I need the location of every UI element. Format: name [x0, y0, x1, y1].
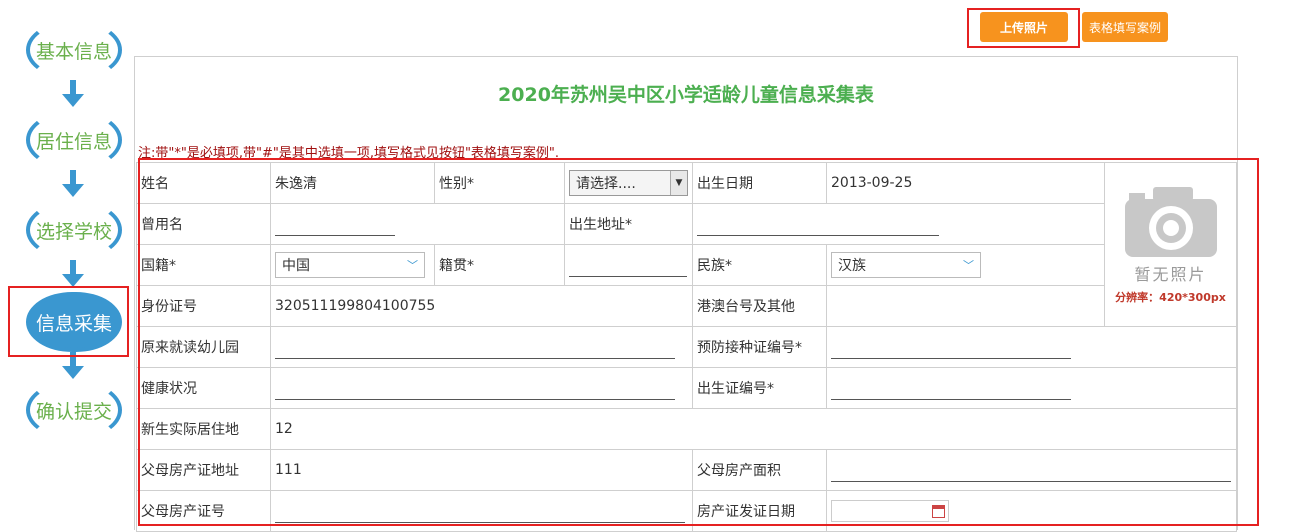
- nationality-label: 国籍*: [136, 244, 271, 286]
- form-title: 2020年苏州吴中区小学适龄儿童信息采集表: [498, 84, 874, 106]
- calendar-icon[interactable]: [932, 504, 945, 518]
- step-residence-info[interactable]: 居住信息: [26, 110, 122, 170]
- chevron-down-icon: ﹀: [963, 259, 974, 272]
- step-label: 基本信息: [35, 40, 112, 63]
- residence-label: 新生实际居住地: [136, 408, 271, 450]
- step-info-collection[interactable]: 信息采集: [26, 292, 122, 352]
- residence-value: 12: [270, 408, 1237, 450]
- form-note: 注:带"*"是必填项,带"#"是其中选填一项,填写格式见按钮"表格填写案例".: [138, 146, 560, 161]
- kindergarten-label: 原来就读幼儿园: [136, 326, 271, 368]
- former-name-input[interactable]: [275, 213, 395, 236]
- nationality-select-value: 中国: [282, 258, 310, 274]
- photo-placeholder-text: 暂无照片: [1134, 264, 1207, 284]
- hk-macao-tw-label: 港澳台号及其他: [692, 285, 827, 327]
- ethnicity-select-value: 汉族: [838, 258, 866, 274]
- step-label: 确认提交: [35, 400, 112, 423]
- birth-cert-input[interactable]: [831, 377, 1071, 400]
- id-label: 身份证号: [136, 285, 271, 327]
- step-label: 选择学校: [35, 220, 112, 243]
- kindergarten-input[interactable]: [275, 336, 675, 359]
- native-place-label: 籍贯*: [434, 244, 565, 286]
- arrow-down-icon: [62, 260, 84, 292]
- name-label: 姓名: [136, 162, 271, 204]
- arrow-down-icon: [62, 170, 84, 202]
- ethnicity-select[interactable]: 汉族 ﹀: [831, 252, 981, 278]
- nationality-select[interactable]: 中国 ﹀: [275, 252, 425, 278]
- former-name-label: 曾用名: [136, 203, 271, 245]
- form-example-button[interactable]: 表格填写案例: [1082, 12, 1168, 42]
- property-date-input[interactable]: [831, 500, 949, 522]
- birth-date-label: 出生日期: [692, 162, 827, 204]
- property-cert-input[interactable]: [275, 500, 685, 523]
- arrow-down-icon: [62, 80, 84, 112]
- photo-resolution: 分辨率：420*300px: [1115, 290, 1226, 304]
- birthplace-input[interactable]: [697, 213, 939, 236]
- camera-icon: [1123, 185, 1219, 259]
- step-nav: 基本信息 居住信息 选择学校 信息采集 确认提交: [0, 0, 140, 530]
- property-area-label: 父母房产面积: [692, 449, 827, 491]
- gender-label: 性别*: [434, 162, 565, 204]
- info-form-table: 姓名 朱逸清 性别* 请选择.... ▼ 出生日期 2013-09-25 暂无照片…: [136, 162, 1237, 532]
- health-label: 健康状况: [136, 367, 271, 409]
- step-confirm-submit[interactable]: 确认提交: [26, 380, 122, 440]
- upload-photo-button[interactable]: 上传照片: [980, 12, 1068, 42]
- vaccine-input[interactable]: [831, 336, 1071, 359]
- property-address-value: 111: [270, 449, 693, 491]
- photo-area[interactable]: 暂无照片 分辨率：420*300px: [1104, 162, 1237, 327]
- birth-cert-label: 出生证编号*: [692, 367, 827, 409]
- step-label: 信息采集: [35, 312, 112, 335]
- name-value: 朱逸清: [270, 162, 435, 204]
- id-value: 320511199804100755: [270, 285, 693, 327]
- hk-macao-tw-value[interactable]: [826, 285, 1105, 327]
- step-label: 居住信息: [35, 130, 112, 153]
- property-area-input[interactable]: [831, 459, 1231, 482]
- ethnicity-label: 民族*: [692, 244, 827, 286]
- chevron-down-icon: ﹀: [407, 259, 418, 272]
- chevron-down-icon: ▼: [670, 171, 687, 195]
- step-choose-school[interactable]: 选择学校: [26, 200, 122, 260]
- property-cert-label: 父母房产证号: [136, 490, 271, 532]
- property-date-label: 房产证发证日期: [692, 490, 827, 532]
- health-input[interactable]: [275, 377, 675, 400]
- gender-select[interactable]: 请选择.... ▼: [569, 170, 688, 196]
- property-address-label: 父母房产证地址: [136, 449, 271, 491]
- native-place-input[interactable]: [569, 254, 687, 277]
- step-basic-info[interactable]: 基本信息: [26, 20, 122, 80]
- birth-date-value: 2013-09-25: [826, 162, 1105, 204]
- gender-select-value: 请选择....: [576, 176, 636, 192]
- birthplace-label: 出生地址*: [564, 203, 693, 245]
- vaccine-label: 预防接种证编号*: [692, 326, 827, 368]
